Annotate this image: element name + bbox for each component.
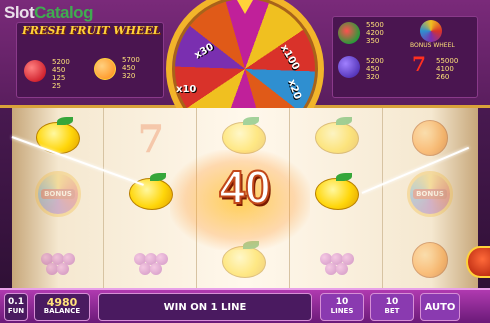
bonus-symbol: BONUS [400,170,460,218]
win-message: WIN ON 1 LINE [98,293,312,321]
lines-value: 10 [335,297,349,307]
spin-button[interactable] [466,246,490,278]
cherries-pays: 5200 450 125 25 [52,58,70,90]
bonus-wheel-icon [420,20,442,42]
reel-1: BONUS [12,108,104,288]
plum-icon [338,56,360,78]
watermelon-icon [338,22,360,44]
auto-button[interactable]: AUTO [420,293,460,321]
win-amount: 40 [218,160,271,214]
balance-value: 4980 [46,296,78,309]
seven-pays: 55000 4100 260 [436,57,459,81]
lemon-symbol [307,114,367,162]
orange-symbol [400,236,460,284]
wheel-label: x10 [176,84,197,95]
orange-icon [94,58,116,80]
bonus-wheel-label: BONUS WHEEL [410,42,455,49]
control-bar: 0.1 FUN 4980 BALANCE WIN ON 1 LINE 10 LI… [0,288,490,323]
balance-display: 4980 BALANCE [34,293,90,321]
game-title: FRESH FRUIT WHEEL [22,24,161,37]
watermelon-pays: 5500 4200 350 [366,21,384,45]
cherries-icon [24,60,46,82]
plum-pays: 5200 450 320 [366,57,384,81]
bet-button[interactable]: 10 BET [370,293,414,321]
balance-label: BALANCE [43,307,81,315]
reel-5: BONUS [384,108,476,288]
coin-value: 0.1 [8,297,24,307]
coin-value-label: FUN [7,307,25,315]
bet-label: BET [384,307,400,315]
lemon-symbol [307,170,367,218]
bonus-symbol: BONUS [28,170,88,218]
grapes-symbol [307,236,367,284]
lines-label: LINES [330,307,354,315]
game-stage: FRESH FRUIT WHEEL 5200 450 125 25 5700 4… [0,0,490,323]
watermark-logo: SlotCatalog [4,3,93,22]
orange-pays: 5700 450 320 [122,56,140,80]
bonus-wheel: x30 x100 x10 x20 [160,0,330,110]
coin-value-button[interactable]: 0.1 FUN [4,293,28,321]
grapes-symbol [28,236,88,284]
paytable-panel: FRESH FRUIT WHEEL 5200 450 125 25 5700 4… [0,0,490,110]
seven-icon: 7 [412,52,426,76]
lines-button[interactable]: 10 LINES [320,293,364,321]
bet-value: 10 [385,297,399,307]
